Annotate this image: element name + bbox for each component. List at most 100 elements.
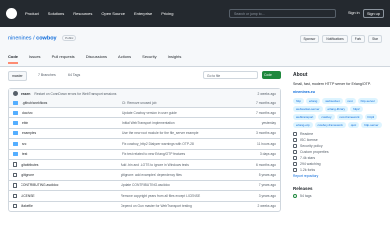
- stat-item[interactable]: Security policy: [293, 143, 383, 148]
- table-row[interactable]: CONTRIBUTING.asciidoc Update CONTRIBUTIN…: [9, 179, 280, 190]
- stat-item[interactable]: ISC license: [293, 137, 383, 142]
- topic-tag[interactable]: websocket: [322, 97, 343, 104]
- file-commit-message[interactable]: Depend on Gun master for WebTransport te…: [121, 204, 241, 208]
- tab-issues[interactable]: Issues: [29, 54, 41, 64]
- repo-owner-link[interactable]: ninenines: [8, 35, 32, 41]
- table-row[interactable]: .github/workflows CI: Remove unused job …: [9, 98, 280, 107]
- table-row[interactable]: src Fix cowboy_http2 Dialyzer warnings w…: [9, 138, 280, 148]
- file-icon: [13, 203, 17, 209]
- release-tags[interactable]: 54 tags: [293, 193, 383, 198]
- github-logo-icon[interactable]: [6, 8, 17, 19]
- tab-security[interactable]: Security: [142, 54, 156, 64]
- topic-tag[interactable]: http-server: [357, 97, 378, 104]
- nav-enterprise[interactable]: Enterprise: [134, 11, 152, 16]
- file-name[interactable]: LICENSE: [21, 194, 121, 198]
- file-commit-message[interactable]: Add .bin and .LOTS to ignore in Windows …: [121, 163, 241, 167]
- file-name[interactable]: examples: [22, 131, 122, 135]
- table-row[interactable]: doc/src Update Cowboy version in user gu…: [9, 107, 280, 117]
- topic-tag[interactable]: http-server: [361, 121, 382, 128]
- file-name[interactable]: src: [22, 142, 122, 146]
- nav-resources[interactable]: Resources: [73, 11, 92, 16]
- stat-label: ISC license: [300, 137, 318, 142]
- tab-actions[interactable]: Actions: [118, 54, 131, 64]
- stat-item[interactable]: 294 watching: [293, 161, 383, 166]
- table-row[interactable]: examples Use the new root module for the…: [9, 127, 280, 138]
- topic-tag[interactable]: webtransport: [293, 113, 317, 120]
- topic-tag[interactable]: websocket-server: [293, 105, 323, 112]
- report-repository-link[interactable]: Report repository: [293, 174, 383, 178]
- file-date: 3 months ago: [256, 131, 276, 136]
- stat-icon: [293, 137, 297, 142]
- topic-tag[interactable]: cowboy: [318, 113, 335, 120]
- stat-item[interactable]: Readme: [293, 131, 383, 136]
- sign-up-button[interactable]: Sign up: [363, 9, 384, 18]
- file-icon: [13, 193, 17, 199]
- table-row[interactable]: test Fix test related to new Erlang/OTP …: [9, 148, 280, 159]
- file-commit-message[interactable]: CI: Remove unused job: [122, 101, 242, 105]
- branches-link[interactable]: 7 Branches: [38, 73, 56, 77]
- file-date: 3 years ago: [258, 193, 276, 198]
- table-row[interactable]: .gitattributes Add .bin and .LOTS to ign…: [9, 158, 280, 169]
- commit-author[interactable]: essen: [21, 92, 30, 96]
- file-commit-message[interactable]: Remove copyright years from all files ex…: [121, 194, 241, 198]
- sponsor-button[interactable]: Sponsor: [299, 35, 320, 43]
- topic-tag[interactable]: quic: [347, 121, 360, 128]
- file-date: 7 years ago: [258, 183, 276, 188]
- file-commit-message[interactable]: Fix test related to new Erlang/OTP featu…: [122, 152, 242, 156]
- nav-open-source[interactable]: Open Source: [101, 11, 125, 16]
- file-name[interactable]: CONTRIBUTING.asciidoc: [21, 183, 121, 187]
- global-nav: Product Solutions Resources Open Source …: [25, 11, 182, 16]
- repo-name-link[interactable]: cowboy: [36, 35, 56, 41]
- stat-item[interactable]: 1.2k forks: [293, 167, 383, 172]
- table-row[interactable]: Makefile Depend on Gun master for WebTra…: [9, 200, 280, 211]
- notifications-button[interactable]: Notifications: [322, 35, 348, 43]
- topic-tag[interactable]: erlang: [306, 97, 321, 104]
- stat-label: 1.2k forks: [300, 167, 316, 172]
- tab-code[interactable]: Code: [8, 54, 18, 64]
- tags-link[interactable]: 64 Tags: [68, 73, 80, 77]
- file-name[interactable]: .gitattributes: [21, 163, 121, 167]
- nav-product[interactable]: Product: [25, 11, 39, 16]
- fork-button[interactable]: Fork: [350, 35, 366, 43]
- nav-pricing[interactable]: Pricing: [161, 11, 173, 16]
- file-name[interactable]: doc/src: [22, 111, 122, 115]
- topic-tag[interactable]: erlang-library: [324, 105, 349, 112]
- topic-tag[interactable]: cowboy-framework: [314, 121, 346, 128]
- table-row[interactable]: LICENSE Remove copyright years from all …: [9, 190, 280, 200]
- file-name[interactable]: .github/workflows: [22, 101, 122, 105]
- file-commit-message[interactable]: Update CONTRIBUTING.asciidoc: [121, 183, 241, 187]
- file-name[interactable]: ebin: [22, 121, 122, 125]
- file-commit-message[interactable]: Initial WebTransport implementation: [122, 121, 242, 125]
- commit-message[interactable]: Restart on ConnDown errors for WebTransp…: [34, 92, 194, 96]
- table-row[interactable]: .gitignore gitignore: add examples' depe…: [9, 169, 280, 179]
- tab-pull-requests[interactable]: Pull requests: [52, 54, 75, 64]
- file-name[interactable]: test: [22, 152, 122, 156]
- table-row[interactable]: ebin Initial WebTransport implementation…: [9, 117, 280, 127]
- homepage-link[interactable]: ninenines.eu: [293, 90, 383, 94]
- code-button[interactable]: Code: [262, 71, 281, 79]
- search-input[interactable]: Search or jump to...: [229, 9, 336, 18]
- branch-select[interactable]: master: [8, 71, 27, 81]
- file-name[interactable]: .gitignore: [21, 173, 121, 177]
- topic-tag[interactable]: erlang-otp: [293, 121, 313, 128]
- file-commit-message[interactable]: Fix cowboy_http2 Dialyzer warnings with …: [122, 142, 242, 146]
- topic-tag[interactable]: rest: [344, 97, 356, 104]
- sign-in-link[interactable]: Sign in: [348, 9, 360, 18]
- file-name[interactable]: Makefile: [21, 204, 121, 208]
- repo-tabs: Code Issues Pull requests Discussions Ac…: [8, 54, 192, 64]
- file-commit-message[interactable]: gitignore: add examples' dependency file…: [121, 173, 241, 177]
- topic-tag[interactable]: http3: [364, 113, 378, 120]
- stat-item[interactable]: 7.4k stars: [293, 155, 383, 160]
- go-to-file-input[interactable]: Go to file: [203, 71, 258, 79]
- star-button[interactable]: Star: [368, 35, 382, 43]
- file-commit-message[interactable]: Update Cowboy version in user guide: [122, 111, 242, 115]
- file-commit-message[interactable]: Use the new root module for the file_ser…: [122, 131, 242, 135]
- nav-solutions[interactable]: Solutions: [48, 11, 64, 16]
- tab-insights[interactable]: Insights: [168, 54, 182, 64]
- tab-discussions[interactable]: Discussions: [86, 54, 107, 64]
- folder-icon: [13, 110, 18, 115]
- topic-tag[interactable]: rest-framework: [336, 113, 363, 120]
- topic-tag[interactable]: http2: [350, 105, 363, 112]
- stat-item[interactable]: Custom properties: [293, 149, 383, 154]
- topic-tag[interactable]: http: [293, 97, 305, 104]
